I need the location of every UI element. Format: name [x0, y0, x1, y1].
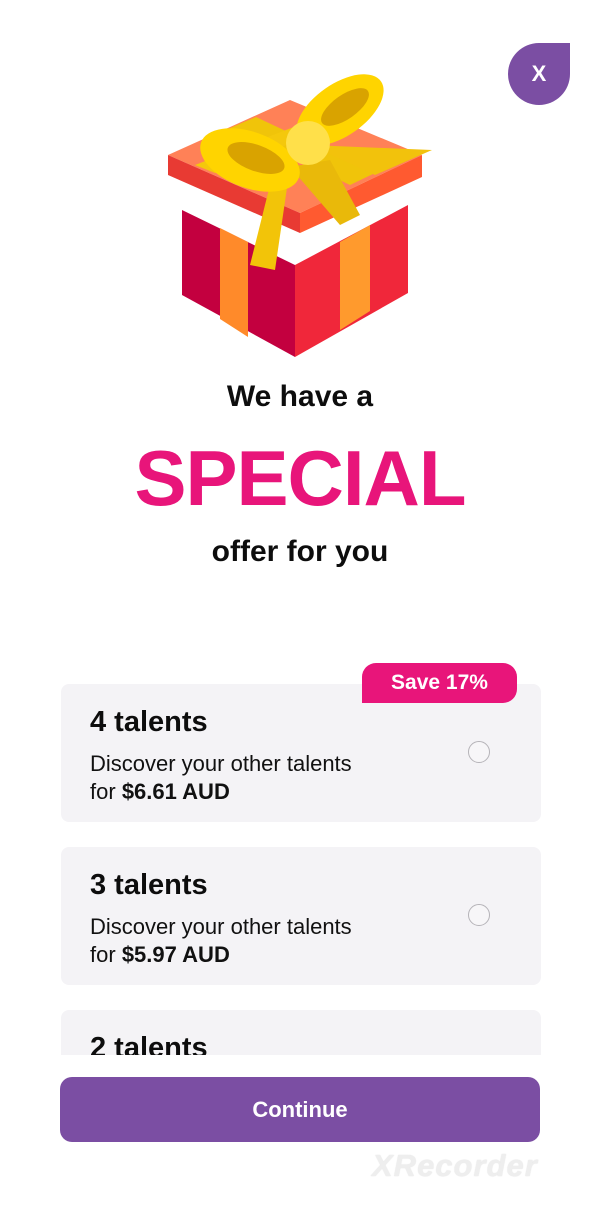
headline-outro: offer for you: [211, 535, 389, 568]
plan-option-3-talents[interactable]: 3 talents Discover your other talents fo…: [61, 847, 541, 985]
plans-list[interactable]: 4 talents Discover your other talents fo…: [0, 650, 600, 1055]
plan-price: $6.61 AUD: [121, 779, 230, 804]
plan-price: $5.97 AUD: [121, 942, 230, 967]
continue-button[interactable]: Continue: [60, 1077, 540, 1142]
headline-special: SPECIAL: [134, 434, 466, 522]
plan-option-4-talents[interactable]: 4 talents Discover your other talents fo…: [61, 684, 541, 822]
plan-title: 4 talents: [90, 706, 208, 738]
continue-label[interactable]: Continue: [252, 1097, 347, 1123]
plan-radio[interactable]: [468, 904, 490, 926]
close-button[interactable]: X: [508, 43, 570, 105]
plan-desc-for: for: [90, 779, 116, 804]
gift-box-illustration: [168, 74, 432, 357]
headline-intro: We have a: [226, 380, 374, 413]
plan-desc-text: Discover your other talents: [90, 914, 352, 939]
plan-option-2-talents[interactable]: 2 talents: [61, 1010, 541, 1055]
save-badge: Save 17%: [362, 663, 517, 703]
close-icon[interactable]: X: [532, 61, 547, 87]
recorder-watermark: XRecorder: [372, 1148, 538, 1183]
plan-radio[interactable]: [468, 741, 490, 763]
plan-description: Discover your other talents for $5.97 AU…: [90, 913, 430, 969]
plan-desc-for: for: [90, 942, 116, 967]
plan-title: 3 talents: [90, 869, 208, 901]
plan-desc-text: Discover your other talents: [90, 751, 352, 776]
plan-title: 2 talents: [90, 1032, 208, 1055]
plan-description: Discover your other talents for $6.61 AU…: [90, 750, 430, 806]
